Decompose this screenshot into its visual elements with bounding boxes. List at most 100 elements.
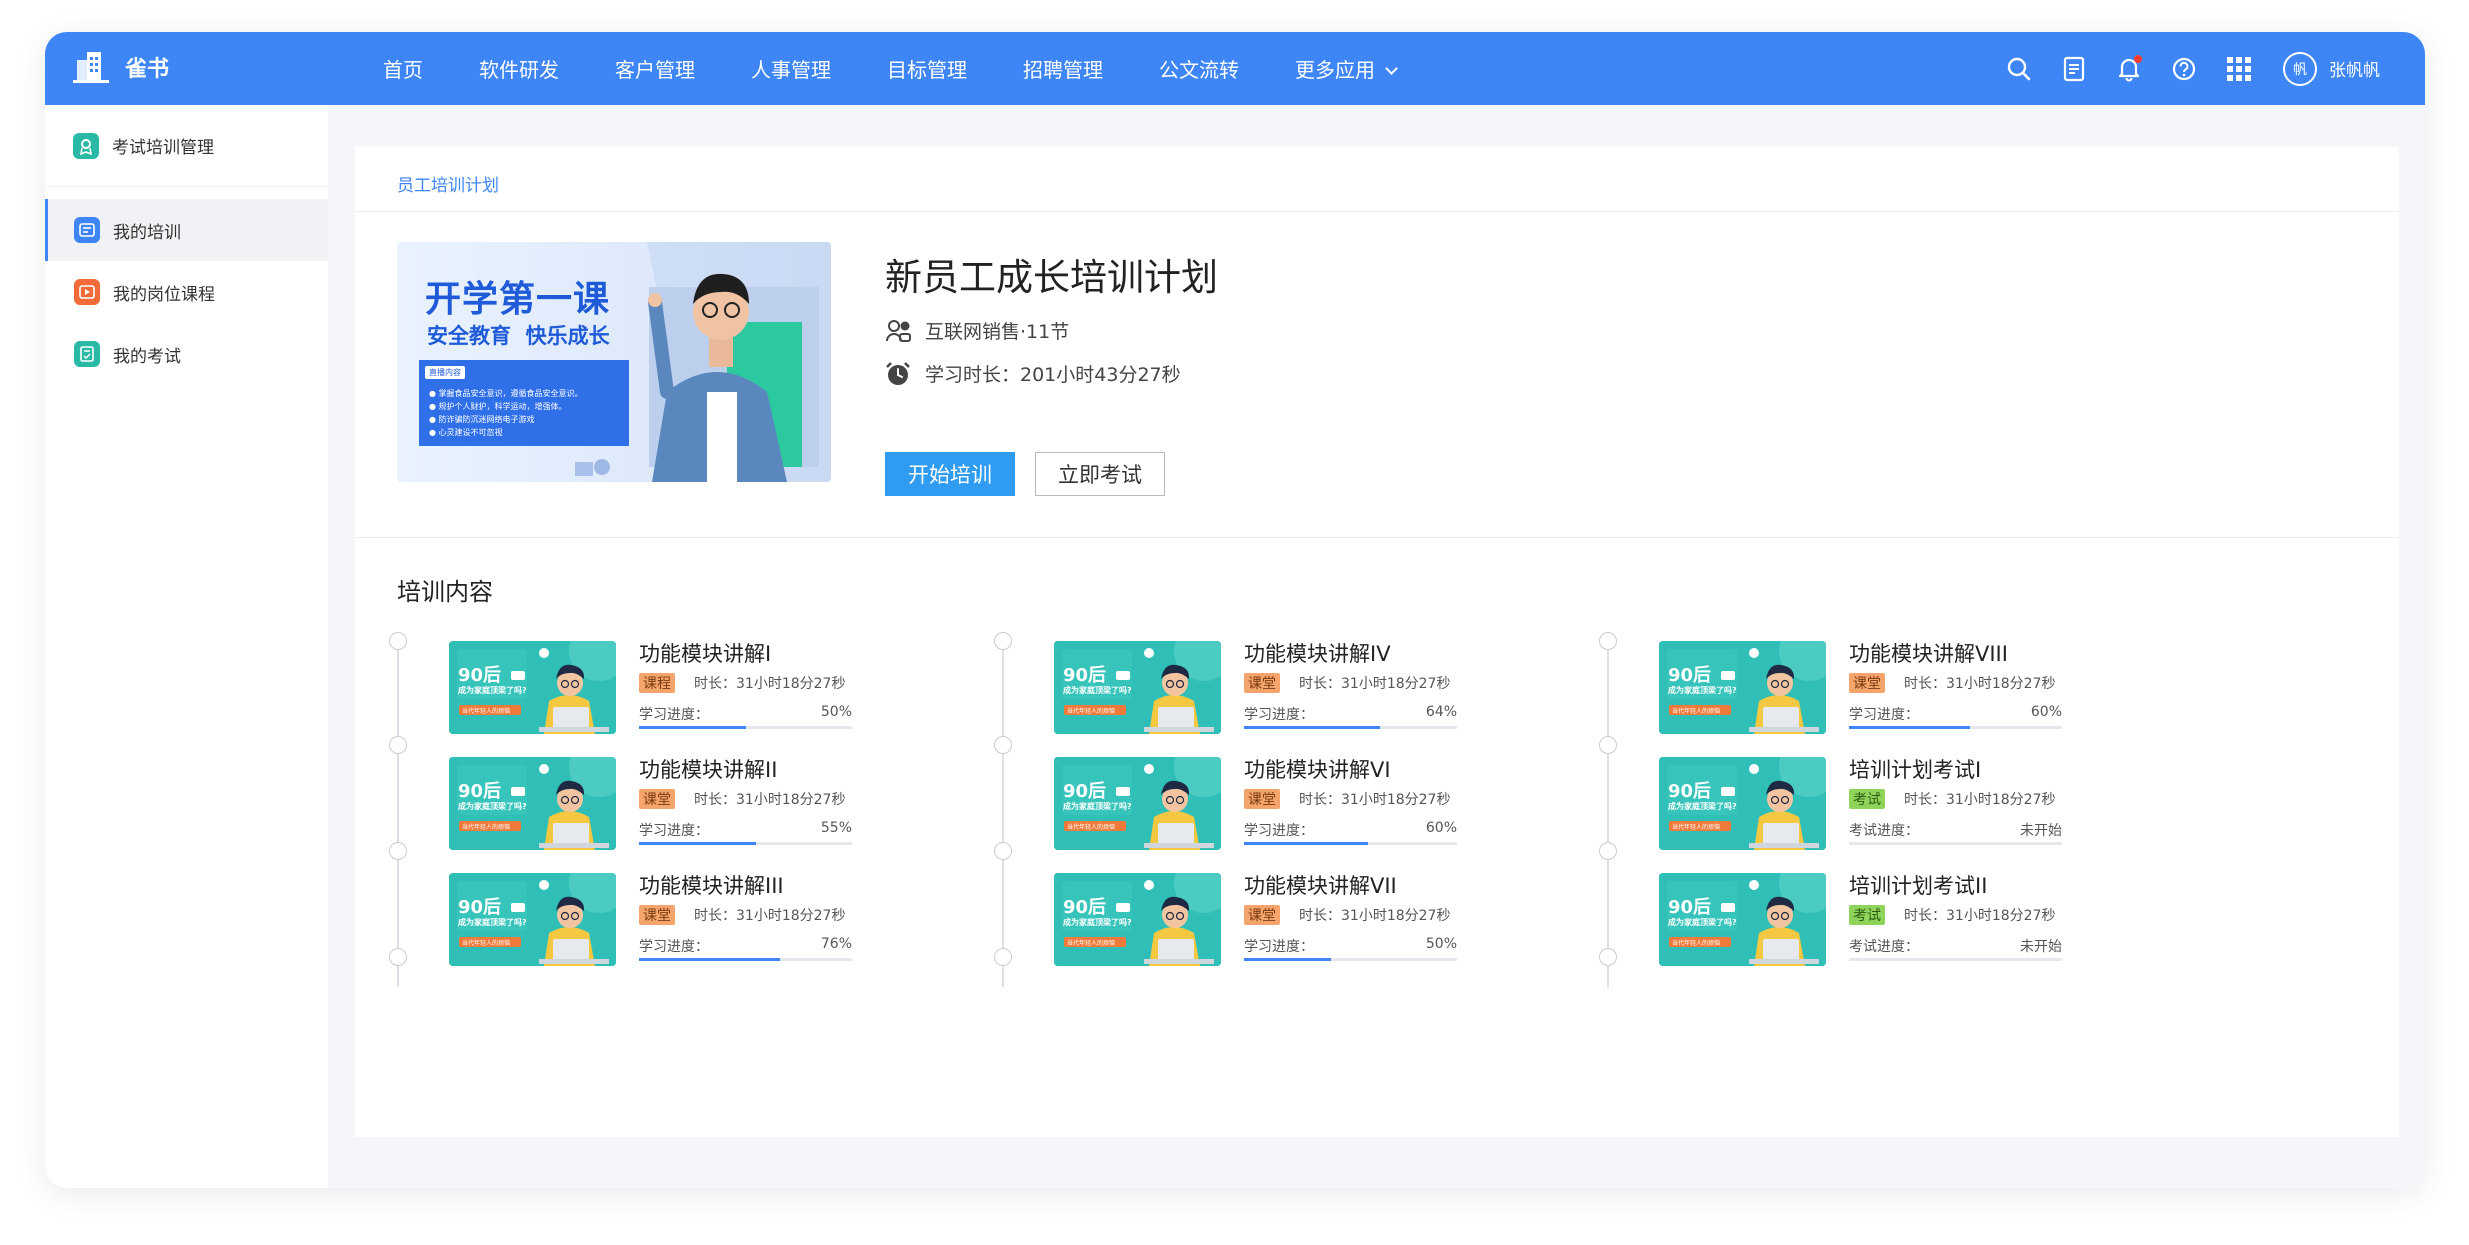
banner-point: ● 防诈骗防沉迷网络电子游戏 <box>429 415 535 424</box>
training-item[interactable]: 90后 成为家庭顶梁了吗? 当代年轻人的烦恼 功能模块讲解VIII 课堂 时长：31小时1… <box>1659 638 2079 734</box>
breadcrumb[interactable]: 员工培训计划 <box>397 171 499 196</box>
training-item[interactable]: 90后 成为家庭顶梁了吗? 当代年轻人的烦恼 培训计划考试II 考试 时长：31小时18分… <box>1659 870 2079 967</box>
sidebar-header[interactable]: 考试培训管理 <box>45 105 328 187</box>
thumb-line-text: 成为家庭顶梁了吗? <box>458 802 527 812</box>
sidebar-item-my-training[interactable]: 我的培训 <box>45 199 328 261</box>
training-item[interactable]: 90后 成为家庭顶梁了吗? 当代年轻人的烦恼 功能模块讲解VII 课堂 时长：31小时18… <box>1054 870 1474 967</box>
notification-dot <box>2134 54 2142 63</box>
timeline-dot <box>1599 632 1617 650</box>
toolbar-icons: 帆 张帆帆 <box>1980 32 2380 105</box>
training-item[interactable]: 90后 成为家庭顶梁了吗? 当代年轻人的烦恼 功能模块讲解IV 课堂 时长：31小时18分… <box>1054 638 1474 734</box>
progress-label: 学习进度： <box>639 823 709 840</box>
item-title[interactable]: 培训计划考试I <box>1849 754 1981 784</box>
progress-bar <box>1849 958 2062 962</box>
course-thumbnail[interactable]: 90后 成为家庭顶梁了吗? 当代年轻人的烦恼 <box>1054 641 1221 734</box>
help-icon[interactable] <box>2168 53 2200 85</box>
course-thumbnail[interactable]: 90后 成为家庭顶梁了吗? 当代年轻人的烦恼 <box>1054 873 1221 967</box>
progress-bar-fill <box>639 958 780 962</box>
progress-value: 55% <box>820 820 852 837</box>
apps-grid-icon[interactable] <box>2223 53 2255 85</box>
progress-bar-fill <box>1244 726 1381 729</box>
main-content: 员工培训计划 开学第一课 安全教育 快乐成长 直播内容 ● 掌握食品安全意识，遵… <box>355 147 2399 1137</box>
app-logo[interactable]: 雀书 <box>73 50 169 84</box>
progress-bar <box>1849 842 2062 846</box>
avatar[interactable]: 帆 <box>2283 51 2317 86</box>
sidebar-item-my-courses[interactable]: 我的岗位课程 <box>45 261 328 323</box>
progress-label: 考试进度： <box>1849 939 1919 956</box>
nav-item-hr[interactable]: 人事管理 <box>751 54 831 83</box>
thumb-line-text: 成为家庭顶梁了吗? <box>1063 802 1132 812</box>
item-title[interactable]: 功能模块讲解II <box>639 754 777 784</box>
main-nav: 首页 软件研发 客户管理 人事管理 目标管理 招聘管理 公文流转 更多应用 <box>383 32 1398 105</box>
take-exam-button[interactable]: 立即考试 <box>1035 452 1165 496</box>
training-item[interactable]: 90后 成为家庭顶梁了吗? 当代年轻人的烦恼 功能模块讲解II 课堂 时长：31小时18分… <box>449 754 869 851</box>
banner-points: ● 掌握食品安全意识，遵循食品安全意识。 ● 规护个人财护，科学运动，增强体。 … <box>429 387 583 439</box>
item-type-badge: 课程 <box>639 673 675 693</box>
thumb-big-text: 90后 <box>1063 897 1107 919</box>
top-bar: 雀书 首页 软件研发 客户管理 人事管理 目标管理 招聘管理 公文流转 更多应用 <box>45 32 2425 105</box>
sidebar-item-my-exams[interactable]: 我的考试 <box>45 323 328 385</box>
thumb-big-text: 90后 <box>1668 665 1712 686</box>
user-name[interactable]: 张帆帆 <box>2329 56 2380 81</box>
sidebar-item-label: 我的培训 <box>113 222 181 243</box>
course-thumbnail[interactable]: 90后 成为家庭顶梁了吗? 当代年轻人的烦恼 <box>1659 757 1826 851</box>
item-duration: 时长：31小时18分27秒 <box>1299 792 1451 809</box>
banner-subline: 安全教育 快乐成长 <box>427 324 610 348</box>
progress-bar <box>1849 726 2062 729</box>
thumb-sub-text: 当代年轻人的烦恼 <box>1067 824 1116 832</box>
thumb-big-text: 90后 <box>458 781 502 803</box>
app-window: 雀书 首页 软件研发 客户管理 人事管理 目标管理 招聘管理 公文流转 更多应用 <box>45 32 2425 1188</box>
banner-point: ● 规护个人财护，科学运动，增强体。 <box>429 402 567 411</box>
item-type-badge: 课堂 <box>1849 673 1885 693</box>
progress-bar <box>639 726 852 729</box>
course-thumbnail[interactable]: 90后 成为家庭顶梁了吗? 当代年轻人的烦恼 <box>1659 873 1826 967</box>
nav-item-documents[interactable]: 公文流转 <box>1159 54 1239 83</box>
progress-label: 学习进度： <box>1244 939 1314 956</box>
progress-value: 未开始 <box>2020 939 2062 956</box>
progress-bar <box>1244 726 1457 729</box>
training-item[interactable]: 90后 成为家庭顶梁了吗? 当代年轻人的烦恼 培训计划考试I 考试 时长：31小时18分2… <box>1659 754 2079 851</box>
item-title[interactable]: 功能模块讲解VI <box>1244 754 1391 784</box>
course-thumbnail[interactable]: 90后 成为家庭顶梁了吗? 当代年轻人的烦恼 <box>449 641 616 734</box>
training-item[interactable]: 90后 成为家庭顶梁了吗? 当代年轻人的烦恼 功能模块讲解III 课堂 时长：31小时18… <box>449 870 869 967</box>
search-icon[interactable] <box>2003 53 2035 85</box>
header-divider <box>355 211 2399 212</box>
training-item[interactable]: 90后 成为家庭顶梁了吗? 当代年轻人的烦恼 功能模块讲解VI 课堂 时长：31小时18分… <box>1054 754 1474 851</box>
progress-value: 50% <box>1425 936 1457 953</box>
thumb-big-text: 90后 <box>458 665 502 686</box>
course-thumbnail[interactable]: 90后 成为家庭顶梁了吗? 当代年轻人的烦恼 <box>449 873 616 967</box>
item-title[interactable]: 功能模块讲解III <box>639 870 784 900</box>
thumb-big-text: 90后 <box>1668 781 1712 803</box>
nav-item-recruiting[interactable]: 招聘管理 <box>1023 54 1103 83</box>
timeline-dot <box>994 948 1012 966</box>
nav-item-more-apps[interactable]: 更多应用 <box>1295 54 1398 83</box>
course-thumbnail[interactable]: 90后 成为家庭顶梁了吗? 当代年轻人的烦恼 <box>1659 641 1826 734</box>
plan-title: 新员工成长培训计划 <box>885 256 1218 299</box>
nav-item-goals[interactable]: 目标管理 <box>887 54 967 83</box>
training-item[interactable]: 90后 成为家庭顶梁了吗? 当代年轻人的烦恼 功能模块讲解I 课程 时长：31小时18分2… <box>449 638 869 734</box>
content-column: 90后 成为家庭顶梁了吗? 当代年轻人的烦恼 功能模块讲解I 课程 时长：31小时18分2… <box>367 632 867 987</box>
progress-label: 学习进度： <box>639 707 709 723</box>
item-title[interactable]: 功能模块讲解VIII <box>1849 638 2008 668</box>
course-thumbnail[interactable]: 90后 成为家庭顶梁了吗? 当代年轻人的烦恼 <box>449 757 616 851</box>
item-type-badge: 考试 <box>1849 905 1885 926</box>
document-icon[interactable] <box>2058 53 2090 85</box>
item-title[interactable]: 功能模块讲解I <box>639 638 771 668</box>
thumb-sub-text: 当代年轻人的烦恼 <box>462 708 511 715</box>
plan-time-row: 学习时长：201小时43分27秒 <box>885 360 1181 387</box>
start-training-button[interactable]: 开始培训 <box>885 452 1015 496</box>
bell-icon[interactable] <box>2113 53 2145 85</box>
nav-item-home[interactable]: 首页 <box>383 54 423 83</box>
course-thumbnail[interactable]: 90后 成为家庭顶梁了吗? 当代年轻人的烦恼 <box>1054 757 1221 851</box>
item-duration: 时长：31小时18分27秒 <box>1904 792 2056 809</box>
timeline-dot <box>389 948 407 966</box>
nav-item-customer[interactable]: 客户管理 <box>615 54 695 83</box>
item-title[interactable]: 功能模块讲解VII <box>1244 870 1397 900</box>
timeline-dot <box>994 842 1012 860</box>
item-title[interactable]: 功能模块讲解IV <box>1244 638 1391 668</box>
thumb-big-text: 90后 <box>458 897 502 919</box>
timeline-dot <box>389 632 407 650</box>
nav-item-software-dev[interactable]: 软件研发 <box>479 54 559 83</box>
item-title[interactable]: 培训计划考试II <box>1849 870 1987 900</box>
exam-paper-icon <box>74 341 100 367</box>
